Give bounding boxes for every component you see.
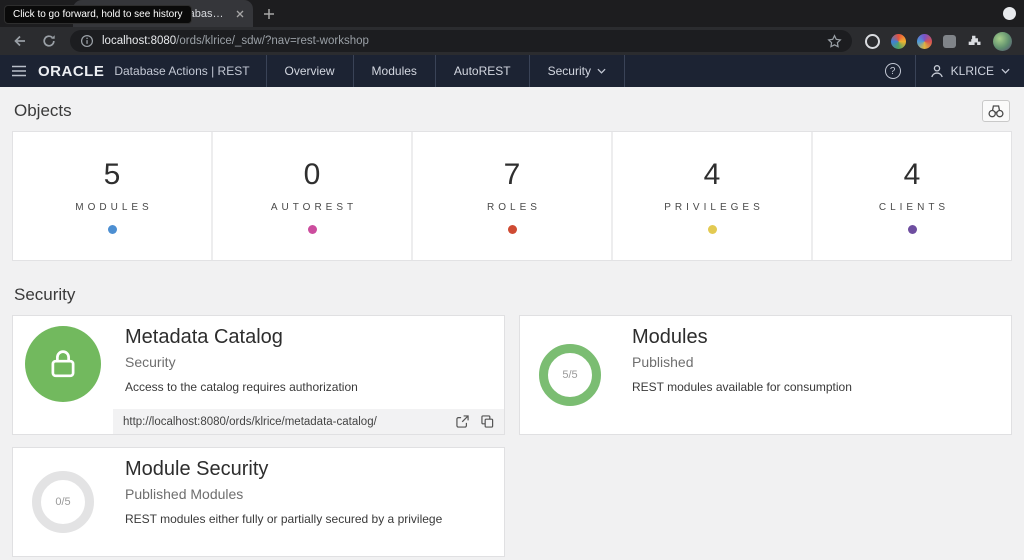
profile-avatar[interactable] <box>993 32 1012 51</box>
url-host: localhost:8080 <box>102 35 176 47</box>
stat-label: PRIVILEGES <box>660 202 763 213</box>
card-body: Modules Published REST modules available… <box>620 316 1011 434</box>
menu-icon[interactable] <box>0 55 38 87</box>
header-nav: Overview Modules AutoREST Security <box>266 55 625 87</box>
nav-item-overview[interactable]: Overview <box>267 55 354 87</box>
stat-value: 4 <box>704 158 721 192</box>
lock-badge <box>25 326 101 402</box>
stat-dot <box>908 225 917 234</box>
stat-card-privileges[interactable]: 4 PRIVILEGES <box>613 132 813 260</box>
security-heading: Security <box>14 285 1010 305</box>
nav-label: AutoREST <box>454 64 511 78</box>
stat-label: ROLES <box>483 202 541 213</box>
modules-ratio: 5/5 <box>562 369 577 381</box>
tab-search-icon[interactable] <box>1003 7 1016 20</box>
reload-icon[interactable] <box>41 33 57 49</box>
chevron-down-icon <box>1001 68 1010 74</box>
stat-label: AUTOREST <box>267 202 357 213</box>
stat-value: 5 <box>104 158 121 192</box>
card-icon-area <box>13 316 113 434</box>
card-subtitle: Published Modules <box>125 486 492 502</box>
card-title: Metadata Catalog <box>125 326 492 349</box>
extension-icon[interactable] <box>943 35 956 48</box>
stat-card-clients[interactable]: 4 CLIENTS <box>813 132 1011 260</box>
user-icon <box>930 64 944 78</box>
card-subtitle: Security <box>125 354 492 370</box>
user-menu[interactable]: KLRICE <box>915 55 1024 87</box>
extension-icon[interactable] <box>917 34 932 49</box>
open-external-button[interactable] <box>456 415 469 428</box>
app-header: ORACLE Database Actions | REST Overview … <box>0 55 1024 87</box>
extension-icon[interactable] <box>891 34 906 49</box>
modules-donut: 5/5 <box>539 344 601 406</box>
app-brand: ORACLE Database Actions | REST <box>38 55 266 87</box>
nav-label: Modules <box>372 64 417 78</box>
stat-card-autorest[interactable]: 0 AUTOREST <box>213 132 413 260</box>
help-icon: ? <box>885 63 901 79</box>
browser-tab-strip: REST | Oracle Database Action Click to g… <box>0 0 1024 27</box>
url-path: /ords/klrice/_sdw/?nav=rest-workshop <box>176 35 369 47</box>
external-link-icon <box>456 415 469 428</box>
stat-value: 4 <box>904 158 921 192</box>
module-security-card[interactable]: 0/5 Module Security Published Modules RE… <box>12 447 505 557</box>
card-url-footer: http://localhost:8080/ords/klrice/metada… <box>113 409 504 434</box>
card-icon-area: 5/5 <box>520 316 620 434</box>
card-subtitle: Published <box>632 354 999 370</box>
stat-card-roles[interactable]: 7 ROLES <box>413 132 613 260</box>
objects-heading: Objects <box>14 101 72 121</box>
card-description: Access to the catalog requires authoriza… <box>125 380 492 394</box>
chevron-down-icon <box>597 68 606 74</box>
metadata-catalog-card[interactable]: Metadata Catalog Security Access to the … <box>12 315 505 435</box>
nav-item-security[interactable]: Security <box>530 55 625 87</box>
module-security-ratio: 0/5 <box>55 496 70 508</box>
card-title: Modules <box>632 326 999 349</box>
stat-label: MODULES <box>71 202 152 213</box>
extension-icon[interactable] <box>865 34 880 49</box>
site-info-icon[interactable] <box>80 34 94 48</box>
browser-address-bar: localhost:8080/ords/klrice/_sdw/?nav=res… <box>0 27 1024 55</box>
copy-url-button[interactable] <box>481 415 494 428</box>
module-security-donut: 0/5 <box>32 471 94 533</box>
main-content: Objects 5 MODULES 0 AUTOREST 7 ROLES 4 P… <box>0 100 1024 557</box>
back-icon[interactable] <box>12 33 28 49</box>
find-objects-button[interactable] <box>982 100 1010 122</box>
stat-value: 0 <box>304 158 321 192</box>
stat-value: 7 <box>504 158 521 192</box>
new-tab-button[interactable] <box>263 8 275 20</box>
oracle-logo: ORACLE <box>38 63 104 80</box>
copy-icon <box>481 415 494 428</box>
card-description: REST modules either fully or partially s… <box>125 512 492 526</box>
nav-label: Overview <box>285 64 335 78</box>
stat-dot <box>308 225 317 234</box>
lock-icon <box>45 346 81 382</box>
puzzle-extension-icon[interactable] <box>967 34 982 49</box>
card-icon-area: 0/5 <box>13 448 113 556</box>
modules-card[interactable]: 5/5 Modules Published REST modules avail… <box>519 315 1012 435</box>
stat-dot <box>108 225 117 234</box>
binoculars-icon <box>988 104 1004 118</box>
history-tooltip: Click to go forward, hold to see history <box>4 5 192 24</box>
help-button[interactable]: ? <box>871 55 915 87</box>
nav-item-modules[interactable]: Modules <box>354 55 436 87</box>
nav-item-autorest[interactable]: AutoREST <box>436 55 530 87</box>
stat-dot <box>508 225 517 234</box>
url-bar[interactable]: localhost:8080/ords/klrice/_sdw/?nav=res… <box>70 30 852 52</box>
card-body: Module Security Published Modules REST m… <box>113 448 504 556</box>
nav-label: Security <box>548 64 591 78</box>
stat-card-modules[interactable]: 5 MODULES <box>13 132 213 260</box>
object-stats-row: 5 MODULES 0 AUTOREST 7 ROLES 4 PRIVILEGE… <box>12 131 1012 261</box>
card-title: Module Security <box>125 458 492 481</box>
header-right: ? KLRICE <box>871 55 1024 87</box>
url-text[interactable]: localhost:8080/ords/klrice/_sdw/?nav=res… <box>102 35 819 47</box>
catalog-url: http://localhost:8080/ords/klrice/metada… <box>123 416 444 428</box>
close-tab-icon[interactable] <box>235 9 245 19</box>
user-label: KLRICE <box>951 64 994 78</box>
stat-dot <box>708 225 717 234</box>
bookmark-star-icon[interactable] <box>827 34 842 49</box>
card-description: REST modules available for consumption <box>632 380 999 394</box>
extensions-cluster <box>865 32 1012 51</box>
app-title: Database Actions | REST <box>114 64 249 78</box>
stat-label: CLIENTS <box>875 202 949 213</box>
